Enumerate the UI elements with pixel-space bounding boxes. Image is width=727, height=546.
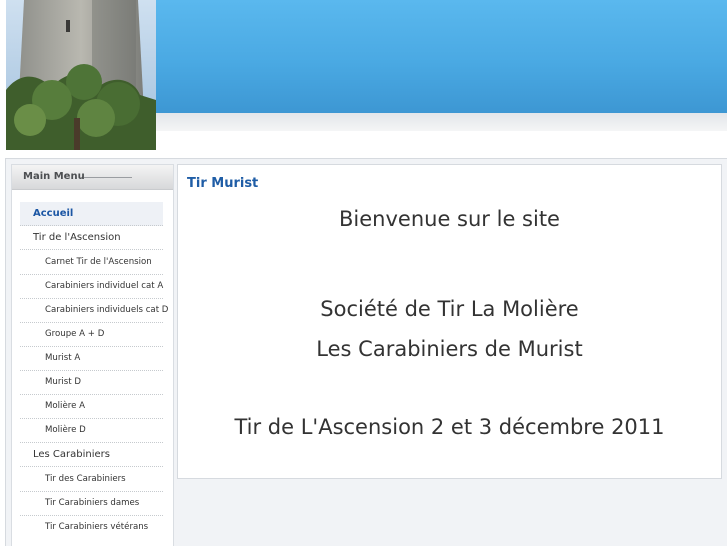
welcome-text: Bienvenue sur le site xyxy=(339,207,560,231)
main-menu-rule xyxy=(84,177,132,178)
menu-item-carabiniers-individuel-cat-a[interactable]: Carabiniers individuel cat A xyxy=(20,275,163,299)
menu-item-tir-carabiniers-veterans[interactable]: Tir Carabiniers vétérans xyxy=(20,516,163,539)
event-announcement: Tir de L'Ascension 2 et 3 décembre 2011 xyxy=(234,415,665,439)
menu-item-carabiniers-individuels-cat-d[interactable]: Carabiniers individuels cat D xyxy=(20,299,168,323)
menu-item-label: Les Carabiniers xyxy=(33,449,111,460)
main-menu-title: Main Menu xyxy=(23,171,85,182)
menu-item-label: Molière D xyxy=(45,425,86,435)
header-banner xyxy=(156,0,727,113)
menu-item-label: Molière A xyxy=(45,401,85,411)
menu-item-label: Tir Carabiniers vétérans xyxy=(45,522,149,532)
menu-item-moliere-a[interactable]: Molière A xyxy=(20,395,163,419)
menu-item-label: Tir de l'Ascension xyxy=(33,232,121,243)
carabiniers-name: Les Carabiniers de Murist xyxy=(316,337,583,361)
menu-item-murist-a[interactable]: Murist A xyxy=(20,347,163,371)
tower-image xyxy=(6,0,156,150)
menu-item-label: Groupe A + D xyxy=(45,329,105,339)
page-title: Tir Murist xyxy=(187,176,259,191)
menu-item-label: Tir Carabiniers dames xyxy=(45,498,140,508)
header-tower-photo xyxy=(6,0,156,150)
menu-item-tir-ascension[interactable]: Tir de l'Ascension xyxy=(20,226,163,250)
site-header xyxy=(0,0,727,150)
main-content: Tir Murist Bienvenue sur le site Société… xyxy=(177,164,722,479)
menu-item-label: Murist A xyxy=(45,353,81,363)
main-menu-header: Main Menu xyxy=(12,165,173,190)
menu-item-label: Carabiniers individuels cat D xyxy=(45,305,169,315)
menu-item-accueil[interactable]: Accueil xyxy=(20,202,163,226)
menu-item-moliere-d[interactable]: Molière D xyxy=(20,419,163,443)
menu-item-label: Carnet Tir de l'Ascension xyxy=(45,257,152,267)
menu-item-les-carabiniers[interactable]: Les Carabiniers xyxy=(20,443,163,467)
menu-item-tir-carabiniers-dames[interactable]: Tir Carabiniers dames xyxy=(20,492,163,516)
menu-item-label: Murist D xyxy=(45,377,81,387)
menu-item-tir-des-carabiniers[interactable]: Tir des Carabiniers xyxy=(20,468,163,492)
menu-item-label: Tir des Carabiniers xyxy=(45,474,126,484)
header-banner-shadow xyxy=(156,113,727,131)
menu-item-carnet-tir-ascension[interactable]: Carnet Tir de l'Ascension xyxy=(20,251,163,275)
society-name: Société de Tir La Molière xyxy=(320,297,579,321)
main-menu: Main Menu Accueil Tir de l'Ascension Car… xyxy=(11,164,174,546)
menu-item-groupe-a-d[interactable]: Groupe A + D xyxy=(20,323,163,347)
menu-item-label: Carabiniers individuel cat A xyxy=(45,281,164,291)
menu-item-murist-d[interactable]: Murist D xyxy=(20,371,163,395)
menu-item-label: Accueil xyxy=(33,208,74,219)
